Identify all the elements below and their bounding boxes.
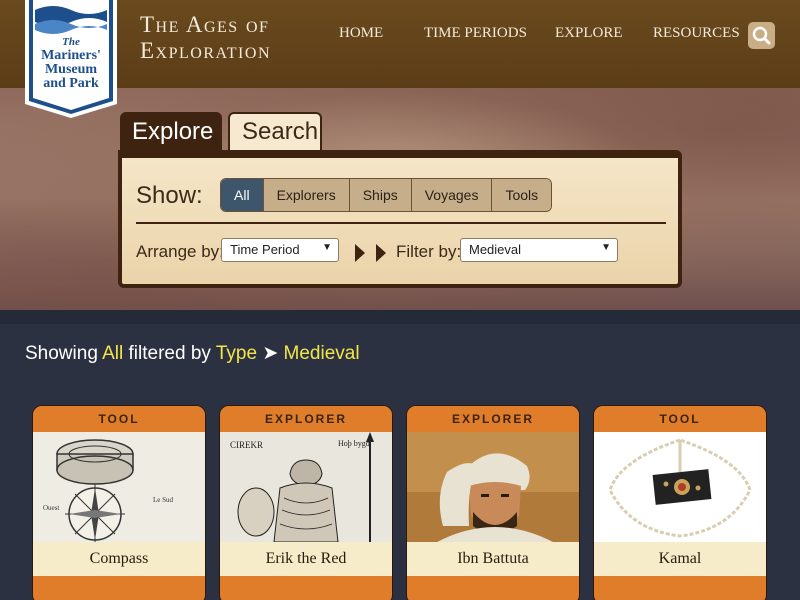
site-title-line2: Exploration	[140, 38, 271, 63]
chevron-down-icon: ▼	[601, 242, 611, 253]
nav-resources[interactable]: RESOURCES	[653, 25, 740, 42]
type-filter-group: All Explorers Ships Voyages Tools	[220, 178, 553, 212]
card-type-label: TOOL	[594, 406, 766, 432]
site-header: The Ages of Exploration HOME TIME PERIOD…	[0, 0, 800, 88]
play-arrow-icon	[376, 244, 386, 262]
card-type-label: TOOL	[33, 406, 205, 432]
svg-text:Hoþ bygd: Hoþ bygd	[338, 439, 370, 448]
card-image-compass: Le Sud Ouest	[33, 432, 205, 542]
card-title: Compass	[33, 542, 205, 576]
filter-tools-button[interactable]: Tools	[492, 179, 552, 211]
logo-line-1: The	[62, 36, 80, 48]
result-card-compass[interactable]: TOOL Le Sud Ouest Compass	[32, 405, 206, 600]
card-type-label: EXPLORER	[407, 406, 579, 432]
mariners-museum-logo[interactable]: The Mariners' Museum and Park	[25, 0, 117, 118]
filter-voyages-button[interactable]: Voyages	[411, 179, 493, 211]
site-title[interactable]: The Ages of Exploration	[140, 12, 271, 64]
filter-select-value: Medieval	[469, 242, 522, 257]
results-middle: filtered by	[128, 343, 211, 364]
search-icon	[752, 26, 771, 45]
explore-panel: Show: All Explorers Ships Voyages Tools …	[118, 150, 682, 288]
results-period-value[interactable]: Medieval	[284, 343, 360, 364]
results-show-value[interactable]: All	[102, 343, 123, 364]
svg-text:Ouest: Ouest	[43, 504, 59, 512]
card-image-kamal	[594, 432, 766, 542]
svg-text:Le Sud: Le Sud	[153, 496, 174, 504]
arrange-select-value: Time Period	[230, 242, 300, 257]
nav-home[interactable]: HOME	[339, 25, 383, 42]
results-prefix: Showing	[25, 343, 98, 364]
filter-label: Filter by:	[396, 242, 462, 261]
show-label: Show:	[136, 182, 203, 209]
search-button[interactable]	[748, 22, 775, 49]
card-image-erik-the-red: CIREKR Hoþ bygd	[220, 432, 392, 542]
results-type-value[interactable]: Type	[216, 343, 257, 364]
result-card-kamal[interactable]: TOOL Kamal	[593, 405, 767, 600]
card-title: Kamal	[594, 542, 766, 576]
tab-explore[interactable]: Explore	[120, 112, 222, 152]
results-separator: ➤	[262, 343, 279, 364]
logo-line-3: Museum	[45, 62, 97, 77]
logo-line-4: and Park	[43, 76, 99, 91]
result-card-ibn-battuta[interactable]: EXPLORER Ibn Battuta	[406, 405, 580, 600]
play-arrow-icon	[355, 244, 365, 262]
card-title: Ibn Battuta	[407, 542, 579, 576]
logo-line-2: Mariners'	[41, 48, 101, 63]
svg-text:CIREKR: CIREKR	[230, 440, 263, 450]
filter-all-button[interactable]: All	[221, 179, 264, 211]
filter-select[interactable]: Medieval ▼	[460, 238, 618, 262]
nav-explore[interactable]: EXPLORE	[555, 25, 623, 42]
filter-explorers-button[interactable]: Explorers	[263, 179, 350, 211]
panel-divider	[136, 222, 666, 224]
arrange-label: Arrange by:	[136, 242, 224, 261]
result-card-erik-the-red[interactable]: EXPLORER CIREKR Hoþ bygd Erik the Red	[219, 405, 393, 600]
chevron-down-icon: ▼	[322, 242, 332, 253]
card-type-label: EXPLORER	[220, 406, 392, 432]
nav-time-periods[interactable]: TIME PERIODS	[424, 25, 527, 42]
arrange-select[interactable]: Time Period ▼	[221, 238, 339, 262]
card-image-ibn-battuta	[407, 432, 579, 542]
tab-search[interactable]: Search	[228, 112, 322, 152]
filter-ships-button[interactable]: Ships	[349, 179, 412, 211]
card-title: Erik the Red	[220, 542, 392, 576]
site-title-line1: The Ages of	[140, 12, 270, 37]
results-summary: Showing All filtered by Type ➤ Medieval	[25, 342, 360, 365]
